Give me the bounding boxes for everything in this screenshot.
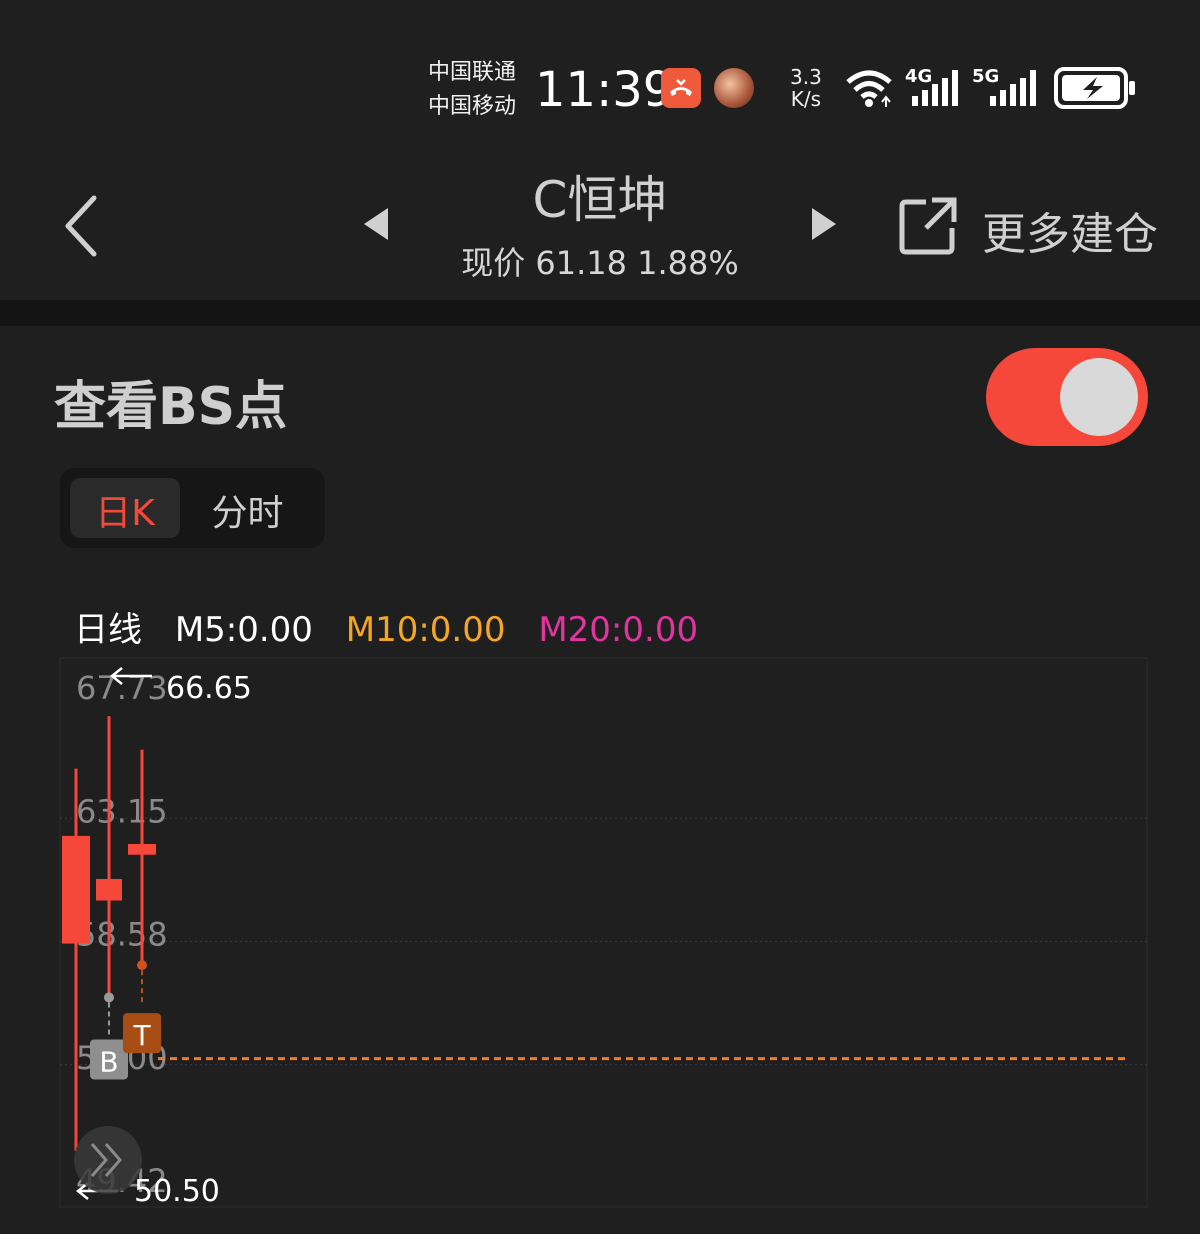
more-build-label: 更多建仓	[982, 209, 1158, 260]
signal-4g-icon	[912, 70, 958, 106]
price-subtitle: 现价 61.18 1.88%	[461, 244, 739, 282]
toggle-knob	[1060, 358, 1138, 436]
chevron-left-icon	[65, 195, 97, 257]
next-stock-button[interactable]	[808, 204, 840, 244]
tab-intraday[interactable]: 分时	[190, 484, 305, 536]
carrier-2: 中国移动	[428, 94, 517, 119]
buy-marker-dot	[104, 992, 114, 1003]
net-speed-unit: K/s	[790, 87, 822, 111]
candle-body	[128, 843, 156, 855]
buy-marker-label: B	[99, 1045, 118, 1078]
bs-toggle[interactable]	[986, 348, 1148, 446]
y-tick-label: 67.73	[76, 669, 168, 707]
more-build-button[interactable]: 更多建仓	[896, 194, 1166, 260]
external-link-icon	[899, 197, 957, 255]
triangle-right-icon	[812, 208, 836, 240]
max-price-label: 66.65	[166, 671, 252, 706]
battery-charging-icon	[1054, 67, 1135, 109]
bs-section-title: 查看BS点	[54, 377, 288, 437]
candle-body	[62, 835, 90, 944]
ma-legend-m20: M20:0.00	[538, 610, 699, 650]
candlestick-chart[interactable]: 67.7363.1558.5854.0049.42BT66.6550.50	[0, 650, 1200, 1234]
ma-legend: 日线 M5:0.00 M10:0.00 M20:0.00	[74, 602, 720, 651]
expand-button[interactable]	[74, 1126, 142, 1194]
ma-legend-m5: M5:0.00	[174, 610, 313, 650]
candle-body	[96, 878, 122, 901]
min-price-label: 50.50	[134, 1174, 220, 1209]
status-time: 11:39	[535, 62, 674, 118]
section-divider	[0, 300, 1200, 326]
wifi-icon	[846, 70, 892, 107]
avatar-icon	[714, 68, 754, 108]
status-bar: 中国联通 中国移动 11:39 3.3 K/s 4G 5G	[0, 0, 1200, 140]
ma-legend-line: 日线	[74, 610, 142, 650]
missed-call-icon	[661, 68, 701, 108]
signal-5g-icon	[990, 70, 1036, 106]
chart-frame	[59, 657, 1148, 1208]
net-speed: 3.3 K/s	[790, 66, 822, 110]
trade-marker-dot	[137, 960, 147, 971]
carrier-names: 中国联通 中国移动	[428, 56, 516, 124]
y-tick-label: 63.15	[76, 792, 168, 830]
tab-daily-k[interactable]: 日K	[70, 484, 180, 536]
back-button[interactable]	[52, 186, 112, 266]
carrier-1: 中国联通	[428, 60, 517, 85]
trade-marker-label: T	[132, 1019, 151, 1052]
ma-legend-m10: M10:0.00	[345, 610, 506, 650]
net-speed-value: 3.3	[790, 65, 822, 89]
